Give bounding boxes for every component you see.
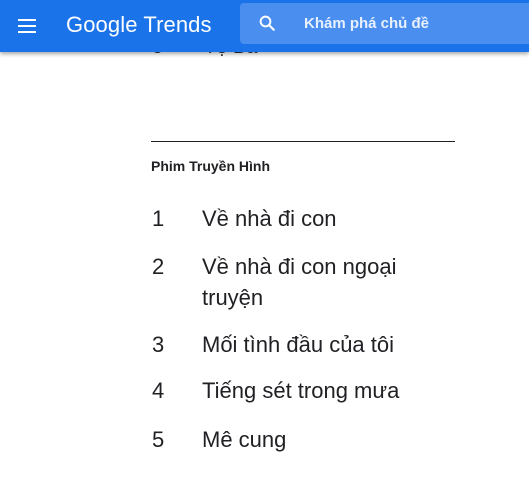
search-input[interactable] (304, 3, 524, 44)
hamburger-menu-icon[interactable] (12, 12, 42, 40)
google-trends-logo[interactable]: Google Trends (66, 12, 212, 38)
section-title: Phim Truyền Hình (151, 158, 271, 174)
rank-number: 3 (152, 332, 165, 357)
item-title: Mối tình đầu của tôi (202, 332, 395, 357)
rank-number: 4 (152, 378, 165, 403)
section-divider (151, 141, 455, 142)
item-title: Tiếng sét trong mưa (202, 378, 400, 403)
rank-number: 2 (152, 254, 165, 279)
search-icon[interactable] (258, 14, 276, 32)
item-title: Về nhà đi con (202, 206, 337, 231)
item-title: Mê cung (202, 427, 287, 452)
rank-number: 1 (152, 206, 165, 231)
rank-number: 5 (152, 427, 165, 452)
app-header: Google Trends (0, 0, 529, 52)
search-bar[interactable] (240, 3, 529, 44)
item-title: Về nhà đi con ngoại truyện (202, 254, 397, 310)
